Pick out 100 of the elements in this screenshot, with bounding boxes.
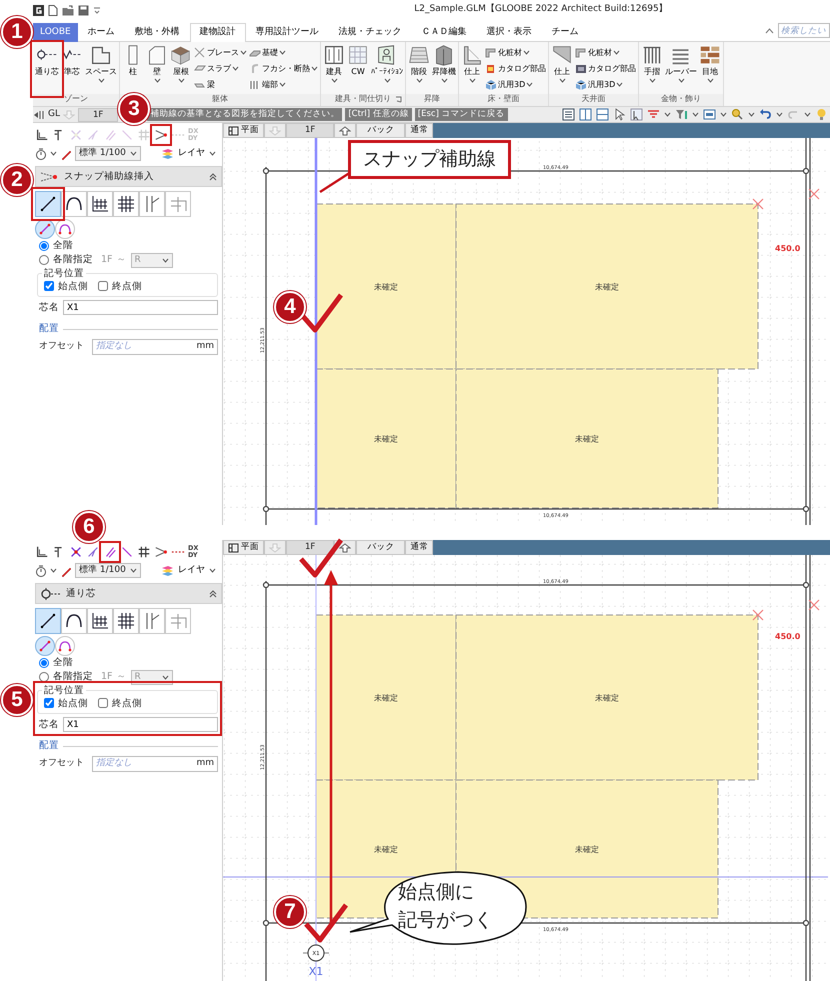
ribbon-tab[interactable]: 選択・表示	[476, 23, 542, 42]
search-icon[interactable]	[731, 108, 744, 121]
checkbox[interactable]	[98, 698, 108, 708]
file-tab[interactable]: LOOBE	[33, 23, 78, 42]
filter-icon[interactable]	[647, 108, 660, 121]
sidebar-toggle-icon[interactable]	[33, 110, 45, 120]
ribbon-button[interactable]: カタログ部品	[574, 61, 637, 76]
scale-dropdown[interactable]: 標準 1/100	[75, 146, 141, 161]
radio-button[interactable]	[39, 672, 49, 682]
checkbox[interactable]	[44, 698, 54, 708]
stopwatch-icon[interactable]	[35, 148, 47, 160]
ribbon-button[interactable]: ルーバー	[664, 44, 698, 94]
shape-button[interactable]	[35, 608, 61, 634]
radio-button[interactable]	[39, 658, 49, 668]
corner-icon[interactable]	[35, 544, 49, 558]
lightbulb-icon[interactable]	[815, 108, 828, 121]
ribbon-button[interactable]: 階段	[407, 44, 431, 94]
shape-button[interactable]	[139, 191, 165, 217]
ribbon-button[interactable]: 化粧材	[484, 45, 547, 60]
ribbon-button[interactable]: 柱	[121, 44, 145, 94]
ribbon-tab[interactable]: チーム	[542, 23, 589, 42]
corner-icon[interactable]	[35, 128, 49, 142]
option-label[interactable]: 各階指定	[53, 671, 93, 683]
ribbon-button[interactable]: ブレース	[193, 45, 248, 60]
funnel-icon[interactable]	[675, 108, 688, 121]
name-field[interactable]: X1	[63, 300, 218, 316]
ribbon-button[interactable]: カタログ部品	[484, 61, 547, 76]
hash-grid-icon[interactable]	[137, 544, 151, 558]
shape-button[interactable]	[87, 608, 113, 634]
radio-button[interactable]	[39, 255, 49, 265]
option-label[interactable]: 始点側	[58, 280, 88, 292]
ribbon-button[interactable]: 仕上	[550, 44, 574, 94]
ribbon-tab[interactable]: 敷地・外構	[124, 23, 190, 42]
mode-button[interactable]	[35, 636, 55, 656]
ribbon-tab[interactable]: 建物設計	[190, 23, 246, 42]
ribbon-tab[interactable]: ホーム	[78, 23, 125, 42]
shape-button[interactable]	[61, 608, 87, 634]
collapse-icon[interactable]	[209, 590, 217, 598]
layer-button[interactable]: レイヤ	[161, 565, 216, 576]
save-icon[interactable]	[78, 4, 89, 16]
ribbon-button[interactable]: スペース	[84, 44, 118, 94]
ribbon-button[interactable]: スラブ	[193, 61, 248, 76]
folder-icon[interactable]	[62, 4, 74, 16]
shape-button[interactable]	[113, 191, 139, 217]
ribbon-button[interactable]: 梁	[193, 77, 248, 92]
customize-caret-icon[interactable]	[93, 5, 101, 15]
ribbon-button[interactable]: 昇降機	[431, 44, 457, 94]
ribbon-button[interactable]: 通り芯	[34, 44, 60, 94]
shape-button[interactable]	[61, 191, 87, 217]
view-button[interactable]: 平面	[223, 123, 264, 138]
ribbon-button[interactable]: 屋根	[169, 44, 193, 94]
radio-button[interactable]	[39, 241, 49, 251]
columns-view-icon[interactable]	[579, 108, 592, 121]
option-label[interactable]: 終点側	[112, 698, 142, 710]
ribbon-button[interactable]: 手摺	[640, 44, 664, 94]
parallel-lines-icon[interactable]	[103, 544, 117, 558]
app-icon[interactable]	[33, 4, 44, 16]
floor-up-button[interactable]	[334, 123, 356, 138]
ribbon-tab[interactable]: 専用設計ツール	[246, 23, 329, 42]
ribbon-button[interactable]: 目地	[698, 44, 722, 94]
mode-button[interactable]	[55, 219, 75, 239]
rows-view-icon[interactable]	[596, 108, 609, 121]
ribbon-tab[interactable]: 法規・チェック	[328, 23, 412, 42]
list-view-icon[interactable]	[562, 108, 575, 121]
ribbon-button[interactable]: 化粧材	[574, 45, 637, 60]
diagonal-line-icon[interactable]	[120, 544, 134, 558]
shape-button[interactable]	[35, 191, 61, 217]
search-field[interactable]: 検索したい	[778, 23, 830, 38]
checkbox[interactable]	[44, 281, 54, 292]
snap-guide-icon[interactable]	[154, 544, 168, 558]
view-button[interactable]: 平面	[223, 540, 264, 555]
option-label[interactable]: 各階指定	[53, 254, 93, 266]
ribbon-button[interactable]: 仕上	[460, 44, 484, 94]
layer-button[interactable]: レイヤ	[161, 148, 216, 159]
mode-button[interactable]: 通常	[405, 123, 434, 138]
mode-button[interactable]	[55, 636, 75, 656]
ribbon-button[interactable]: 汎用3D	[574, 77, 637, 92]
ribbon-button[interactable]: 基礎	[248, 45, 319, 60]
ribbon-button[interactable]: 端部	[248, 77, 319, 92]
floor-field[interactable]: 1F	[286, 123, 334, 138]
collapse-icon[interactable]	[209, 172, 217, 180]
ribbon-button[interactable]: 汎用3D	[484, 77, 547, 92]
dialog-launcher-icon[interactable]	[395, 96, 402, 104]
ribbon-button[interactable]: 壁	[145, 44, 169, 94]
checkbox[interactable]	[98, 281, 108, 292]
ribbon-button[interactable]: 建具	[322, 44, 346, 94]
ribbon-tab[interactable]: ＣＡＤ編集	[412, 23, 477, 42]
option-label[interactable]: 全階	[53, 657, 73, 669]
mode-button[interactable]	[35, 219, 55, 239]
back-button[interactable]: バック	[356, 123, 406, 138]
angle-icon[interactable]	[86, 544, 100, 558]
back-button[interactable]: バック	[356, 540, 406, 555]
snap-guide-icon[interactable]	[154, 128, 168, 142]
display-icon[interactable]	[703, 108, 716, 121]
collapse-ribbon-icon[interactable]	[765, 27, 774, 34]
shape-button[interactable]	[139, 608, 165, 634]
stopwatch-icon[interactable]	[35, 564, 47, 576]
new-file-icon[interactable]	[48, 4, 58, 16]
option-label[interactable]: 始点側	[58, 698, 88, 710]
pointer-icon[interactable]	[613, 108, 626, 121]
